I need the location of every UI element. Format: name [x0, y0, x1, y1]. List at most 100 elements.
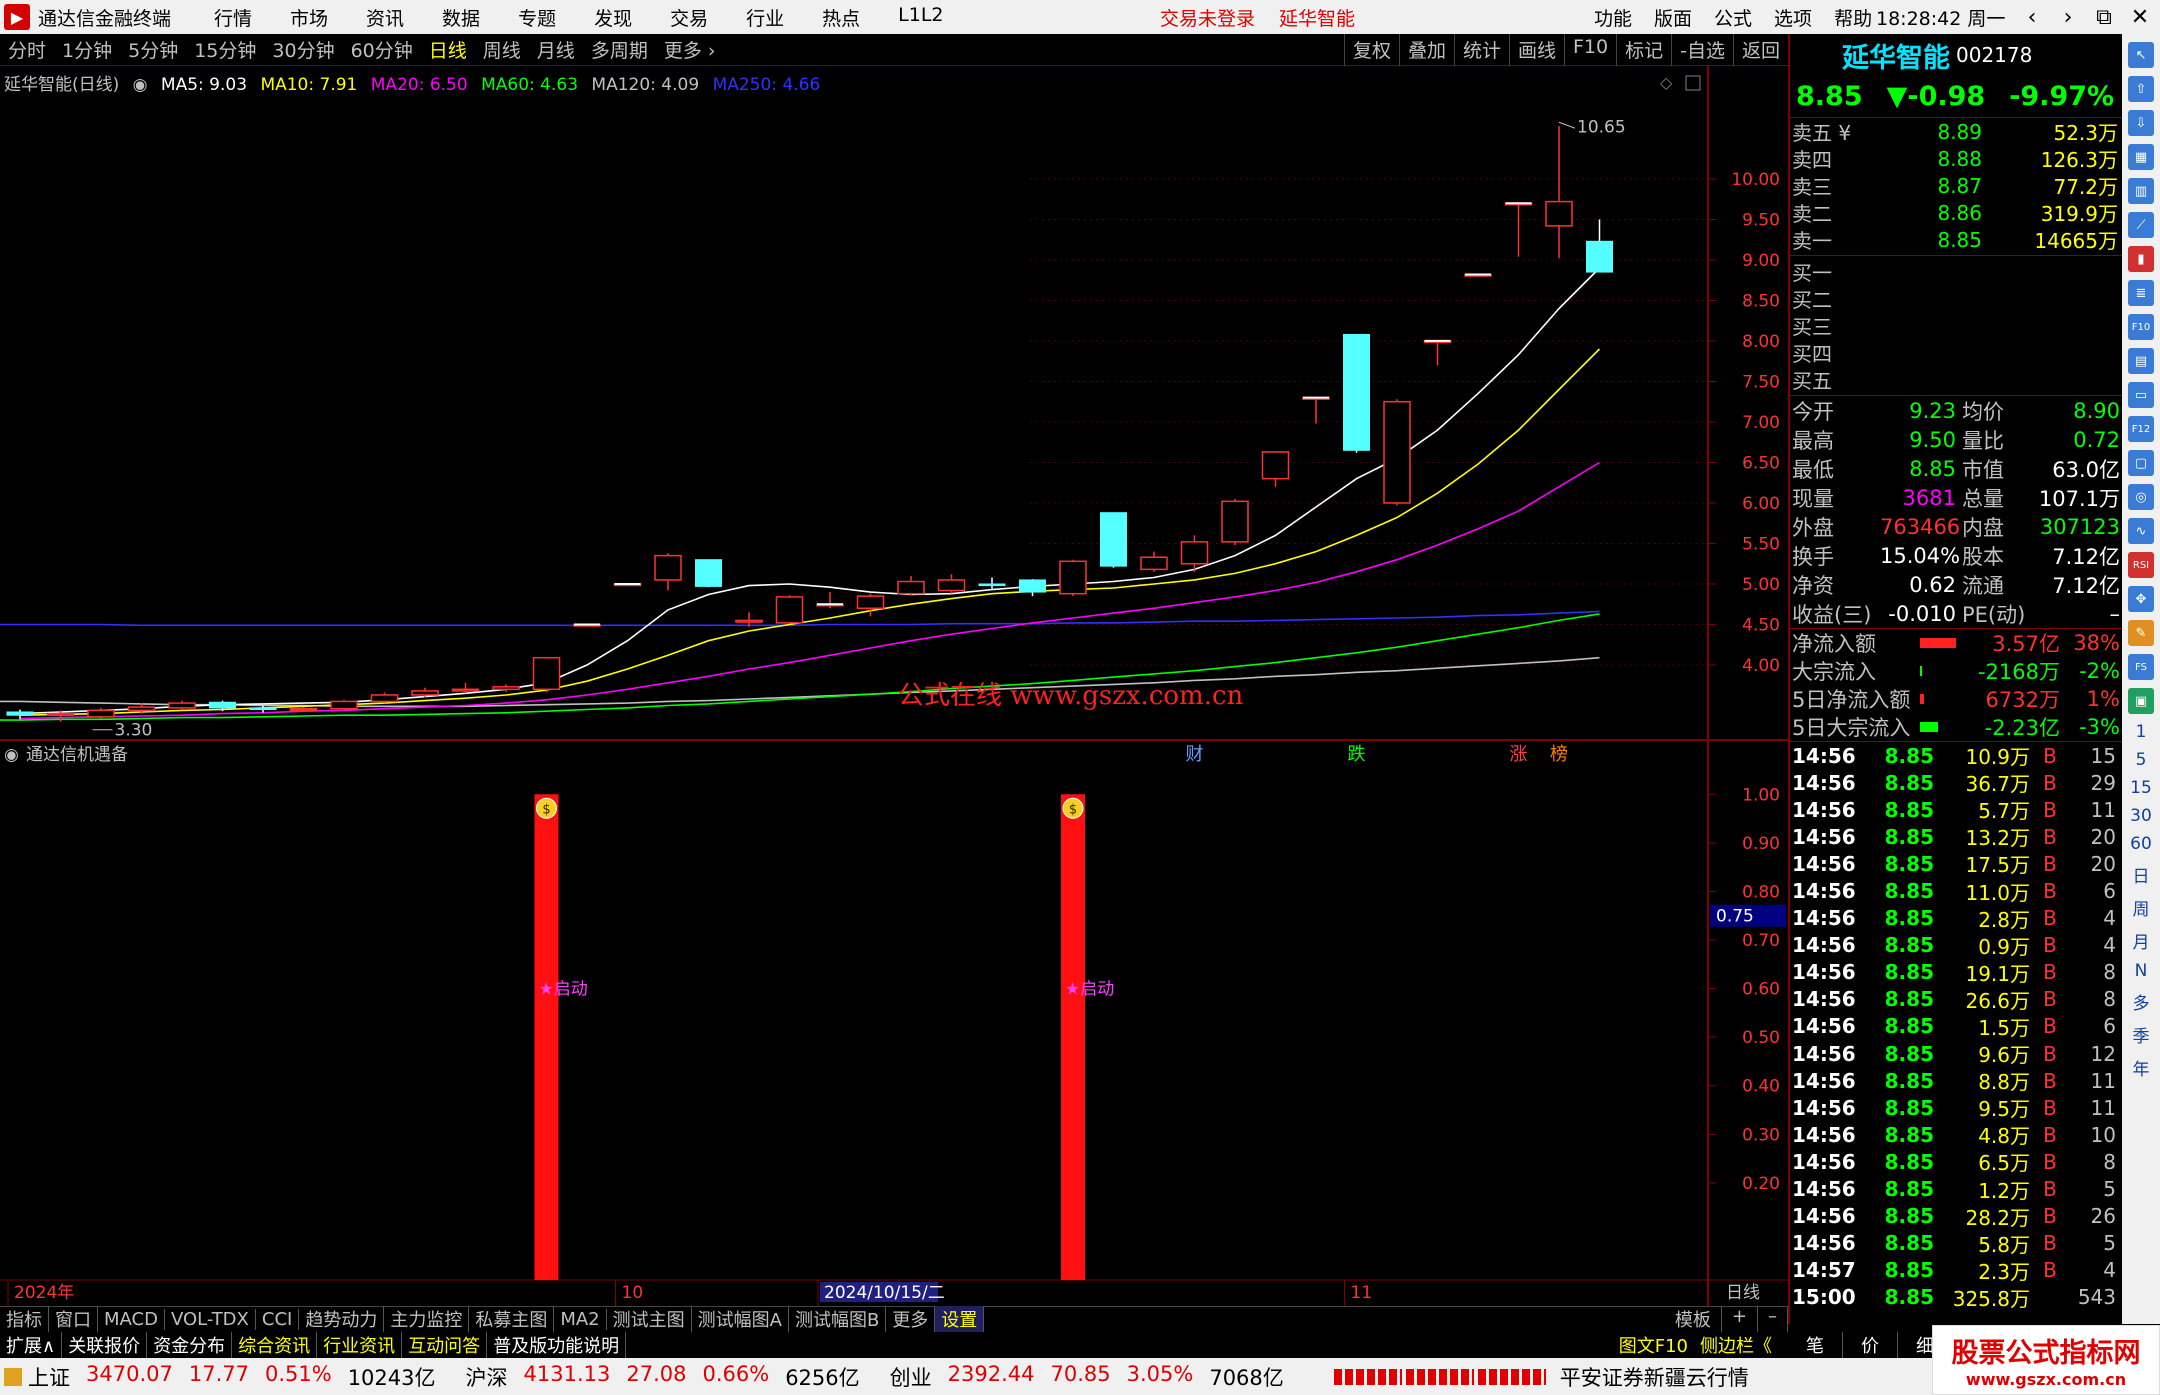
ext-tab-6[interactable]: 普及版功能说明 — [487, 1331, 627, 1358]
menu-item-5[interactable]: 发现 — [594, 4, 632, 31]
f12-icon[interactable]: F12 — [2128, 416, 2154, 442]
circle-icon[interactable]: ◎ — [2128, 484, 2154, 510]
menu-item-8[interactable]: 热点 — [822, 4, 860, 31]
indicator-tab-5[interactable]: 趋势动力 — [299, 1306, 385, 1332]
buy-row[interactable]: 买一 — [1790, 258, 2122, 285]
menu-item-7[interactable]: 行业 — [746, 4, 784, 31]
indicator-tab-0[interactable]: 指标 — [0, 1306, 49, 1332]
sell-row[interactable]: 卖三 8.87 77.2万 — [1790, 172, 2122, 200]
arrow-up-left-icon[interactable]: ↖ — [2128, 42, 2154, 68]
menu-item-0[interactable]: 行情 — [214, 4, 252, 31]
tool-btn-1[interactable]: 叠加 — [1398, 33, 1454, 66]
candle-icon[interactable]: ▮ — [2128, 246, 2154, 272]
indicator-tab-8[interactable]: MA2 — [554, 1308, 607, 1330]
period-btn-9[interactable]: 多周期 — [583, 36, 656, 63]
side-period-10[interactable]: 季 — [2133, 1022, 2150, 1047]
document-icon[interactable]: ▭ — [2128, 382, 2154, 408]
side-period-6[interactable]: 周 — [2133, 895, 2150, 920]
arrow-up-icon[interactable]: ⇧ — [2128, 76, 2154, 102]
side-period-3[interactable]: 30 — [2130, 806, 2152, 826]
buy-row[interactable]: 买二 — [1790, 285, 2122, 312]
menu-item-9[interactable]: L1L2 — [898, 4, 943, 31]
close-icon[interactable]: ✕ — [2122, 5, 2158, 30]
menu-item-1[interactable]: 市场 — [290, 4, 328, 31]
alert-item-0[interactable]: 交易未登录 — [1160, 8, 1255, 30]
right-menu-item-4[interactable]: 帮助 — [1834, 4, 1872, 31]
side-period-5[interactable]: 日 — [2133, 862, 2150, 887]
period-btn-5[interactable]: 60分钟 — [343, 36, 421, 63]
wave-icon[interactable]: ∿ — [2128, 518, 2154, 544]
buy-row[interactable]: 买三 — [1790, 312, 2122, 339]
sell-row[interactable]: 卖五 ¥ 8.89 52.3万 — [1790, 118, 2122, 146]
template-btn-2[interactable]: – — [1758, 1306, 1788, 1332]
side-period-11[interactable]: 年 — [2133, 1055, 2150, 1080]
menu-item-4[interactable]: 专题 — [518, 4, 556, 31]
fs-icon[interactable]: FS — [2128, 654, 2154, 680]
ext-right-btn-1[interactable]: 侧边栏《 — [1694, 1332, 1778, 1358]
indicator-tab-3[interactable]: VOL-TDX — [165, 1308, 256, 1330]
indicator-tab-7[interactable]: 私募主图 — [469, 1306, 555, 1332]
side-period-7[interactable]: 月 — [2133, 928, 2150, 953]
menu-item-3[interactable]: 数据 — [442, 4, 480, 31]
restore-icon[interactable]: ⧉ — [2086, 5, 2122, 30]
period-btn-2[interactable]: 5分钟 — [120, 36, 186, 63]
ext-tab-2[interactable]: 资金分布 — [147, 1331, 233, 1358]
ext-tab-4[interactable]: 行业资讯 — [317, 1331, 403, 1358]
side-period-9[interactable]: 多 — [2133, 989, 2150, 1014]
right-menu-item-3[interactable]: 选项 — [1774, 4, 1812, 31]
index-ticker[interactable]: 上证 3470.07 17.77 0.51% 10243亿 — [28, 1362, 452, 1392]
indicator-tab-11[interactable]: 测试幅图B — [789, 1306, 887, 1332]
menu-item-6[interactable]: 交易 — [670, 4, 708, 31]
indicator-tab-9[interactable]: 测试主图 — [607, 1306, 692, 1332]
right-menu-item-1[interactable]: 版面 — [1654, 4, 1692, 31]
grid-icon[interactable]: ▤ — [2128, 348, 2154, 374]
period-btn-4[interactable]: 30分钟 — [264, 36, 342, 63]
tool-btn-7[interactable]: 返回 — [1732, 33, 1788, 66]
template-btn-0[interactable]: 模板 — [1665, 1306, 1722, 1332]
tool-btn-3[interactable]: 画线 — [1508, 33, 1564, 66]
list-icon[interactable]: ≣ — [2128, 280, 2154, 306]
indicator-tab-6[interactable]: 主力监控 — [384, 1306, 470, 1332]
settings-circle-icon[interactable]: ◉ — [133, 75, 148, 95]
side-period-8[interactable]: N — [2135, 961, 2148, 981]
period-btn-10[interactable]: 更多 › — [656, 36, 724, 63]
sell-row[interactable]: 卖二 8.86 319.9万 — [1790, 199, 2122, 227]
period-btn-7[interactable]: 周线 — [475, 36, 529, 63]
tick-tab-1[interactable]: 价 — [1843, 1331, 1898, 1358]
buy-row[interactable]: 买四 — [1790, 339, 2122, 366]
right-menu-item-2[interactable]: 公式 — [1714, 4, 1752, 31]
indicator-tab-12[interactable]: 更多 — [886, 1306, 936, 1332]
f10-icon[interactable]: F10 — [2128, 314, 2154, 340]
sell-row[interactable]: 卖一 8.85 14665万 — [1790, 226, 2122, 254]
tool-btn-4[interactable]: F10 — [1564, 33, 1616, 66]
index-ticker[interactable]: 创业 2392.44 70.85 3.05% 7068亿 — [890, 1362, 1300, 1392]
rsi-icon[interactable]: RSI — [2128, 552, 2154, 578]
image-icon[interactable]: ▣ — [2128, 688, 2154, 714]
side-period-4[interactable]: 60 — [2130, 834, 2152, 854]
side-period-0[interactable]: 1 — [2136, 722, 2147, 742]
tool-btn-0[interactable]: 复权 — [1343, 33, 1399, 66]
move-icon[interactable]: ✥ — [2128, 586, 2154, 612]
indicator-tab-1[interactable]: 窗口 — [49, 1306, 98, 1332]
arrow-down-icon[interactable]: ⇩ — [2128, 110, 2154, 136]
indicator-tab-4[interactable]: CCI — [256, 1308, 300, 1330]
sell-row[interactable]: 卖四 8.88 126.3万 — [1790, 145, 2122, 173]
tick-tab-0[interactable]: 笔 — [1788, 1331, 1843, 1358]
indicator-tab-2[interactable]: MACD — [98, 1308, 165, 1330]
period-btn-3[interactable]: 15分钟 — [186, 36, 264, 63]
forward-icon[interactable]: › — [2050, 5, 2086, 30]
kline-svg[interactable]: 10.00 9.50 9.00 8.50 8.00 7.50 7.00 6.50 6.00 5.5… — [0, 66, 1788, 1306]
indicator-tab-10[interactable]: 测试幅图A — [692, 1306, 789, 1332]
buy-row[interactable]: 买五 — [1790, 366, 2122, 393]
tool-btn-5[interactable]: 标记 — [1616, 33, 1671, 66]
status-menu-icon[interactable] — [4, 1367, 22, 1386]
period-btn-0[interactable]: 分时 — [0, 36, 54, 63]
period-btn-6[interactable]: 日线 — [421, 36, 475, 63]
chart-icon-1[interactable]: ▦ — [2128, 144, 2154, 170]
ext-tab-5[interactable]: 互动问答 — [402, 1331, 488, 1358]
period-btn-1[interactable]: 1分钟 — [54, 36, 120, 63]
back-icon[interactable]: ‹ — [2014, 5, 2050, 30]
tool-btn-6[interactable]: -自选 — [1671, 33, 1733, 66]
menu-item-2[interactable]: 资讯 — [366, 4, 404, 31]
side-period-1[interactable]: 5 — [2136, 750, 2147, 770]
